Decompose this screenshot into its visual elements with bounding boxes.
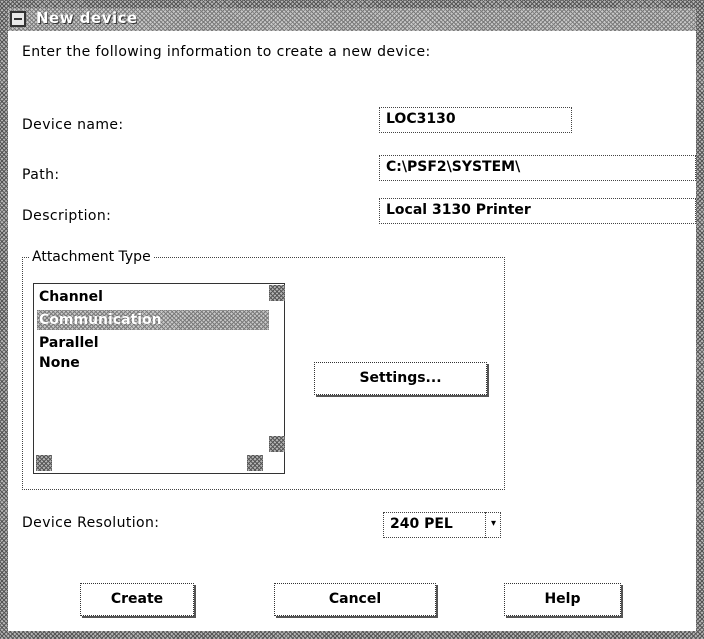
scrollbar-up-icon[interactable]: [269, 285, 285, 301]
create-button[interactable]: Create: [80, 583, 194, 616]
settings-button[interactable]: Settings...: [314, 362, 487, 395]
device-resolution-value: 240 PEL: [390, 516, 453, 532]
list-item-communication[interactable]: Communication: [37, 310, 269, 330]
scrollbar-left-icon[interactable]: [36, 455, 52, 471]
scrollbar-down-icon[interactable]: [269, 436, 285, 452]
description-field[interactable]: Local 3130 Printer: [379, 198, 696, 224]
device-name-label: Device name:: [22, 117, 124, 133]
device-resolution-label: Device Resolution:: [22, 515, 160, 531]
system-menu-icon[interactable]: [10, 11, 26, 27]
list-item-parallel[interactable]: Parallel: [37, 333, 269, 353]
list-item-channel[interactable]: Channel: [37, 287, 269, 307]
attachment-type-label: Attachment Type: [30, 249, 153, 265]
intro-text: Enter the following information to creat…: [22, 44, 431, 60]
dropdown-arrow-icon[interactable]: ▾: [485, 512, 501, 538]
path-field[interactable]: C:\PSF2\SYSTEM\: [379, 155, 696, 181]
title-bar[interactable]: New device: [8, 8, 696, 31]
list-item-none[interactable]: None: [37, 353, 269, 373]
scrollbar-right-icon[interactable]: [247, 455, 263, 471]
device-resolution-select[interactable]: 240 PEL: [383, 512, 501, 538]
device-name-field[interactable]: LOC3130: [379, 107, 572, 133]
window-title: New device: [36, 9, 138, 27]
path-label: Path:: [22, 167, 60, 183]
attachment-type-listbox[interactable]: Channel Communication Parallel None: [33, 283, 285, 474]
description-label: Description:: [22, 208, 112, 224]
cancel-button[interactable]: Cancel: [274, 583, 436, 616]
help-button[interactable]: Help: [504, 583, 621, 616]
